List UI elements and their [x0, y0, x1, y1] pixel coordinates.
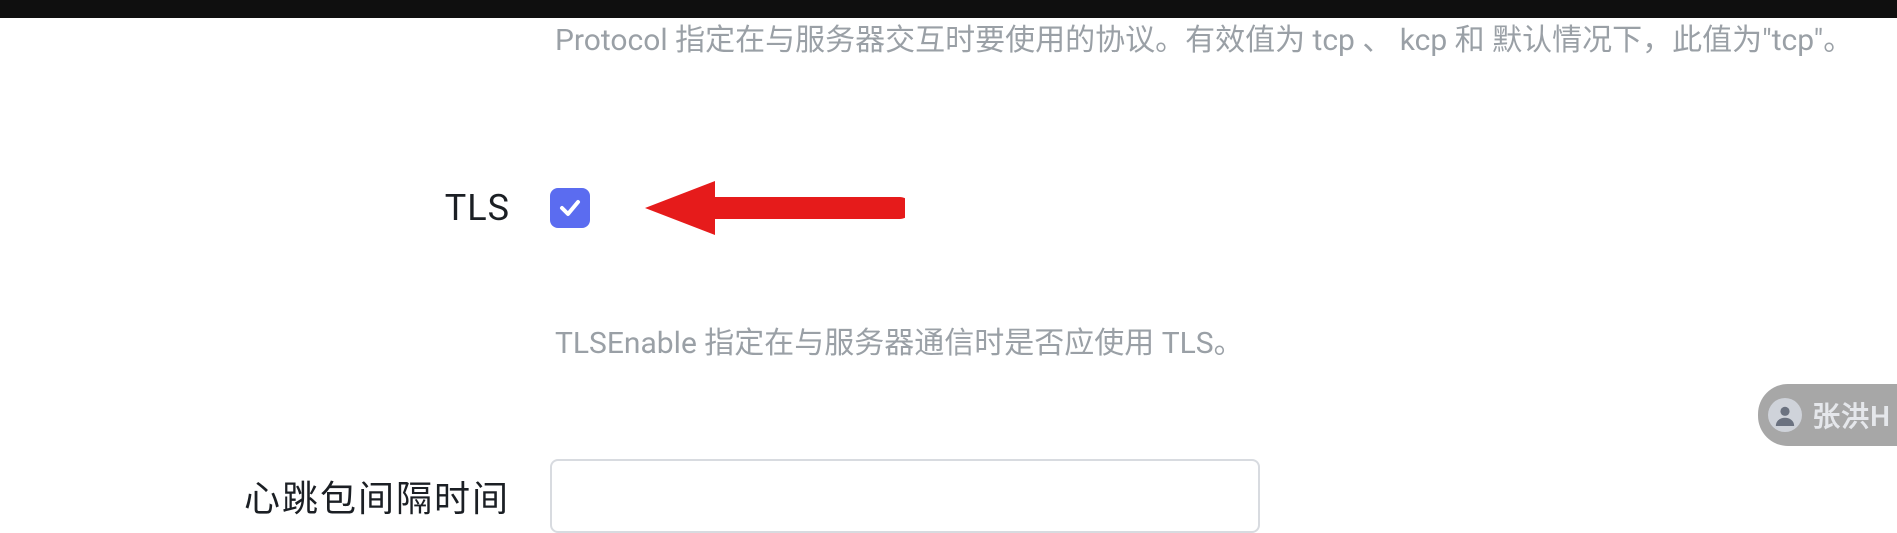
- watermark-avatar-icon: [1768, 398, 1802, 432]
- annotation-arrow: [645, 173, 905, 243]
- window-titlebar: [0, 0, 1897, 18]
- watermark-badge: 张洪H: [1758, 384, 1897, 446]
- watermark-text: 张洪H: [1812, 395, 1891, 435]
- heartbeat-input[interactable]: [550, 459, 1260, 533]
- heartbeat-label: 心跳包间隔时间: [0, 470, 510, 522]
- check-icon: [558, 196, 582, 220]
- protocol-description: Protocol 指定在与服务器交互时要使用的协议。有效值为 tcp 、 kcp…: [0, 18, 1897, 65]
- tls-checkbox[interactable]: [550, 188, 590, 228]
- tls-description: TLSEnable 指定在与服务器通信时是否应使用 TLS。: [0, 321, 1897, 368]
- tls-label: TLS: [0, 187, 510, 229]
